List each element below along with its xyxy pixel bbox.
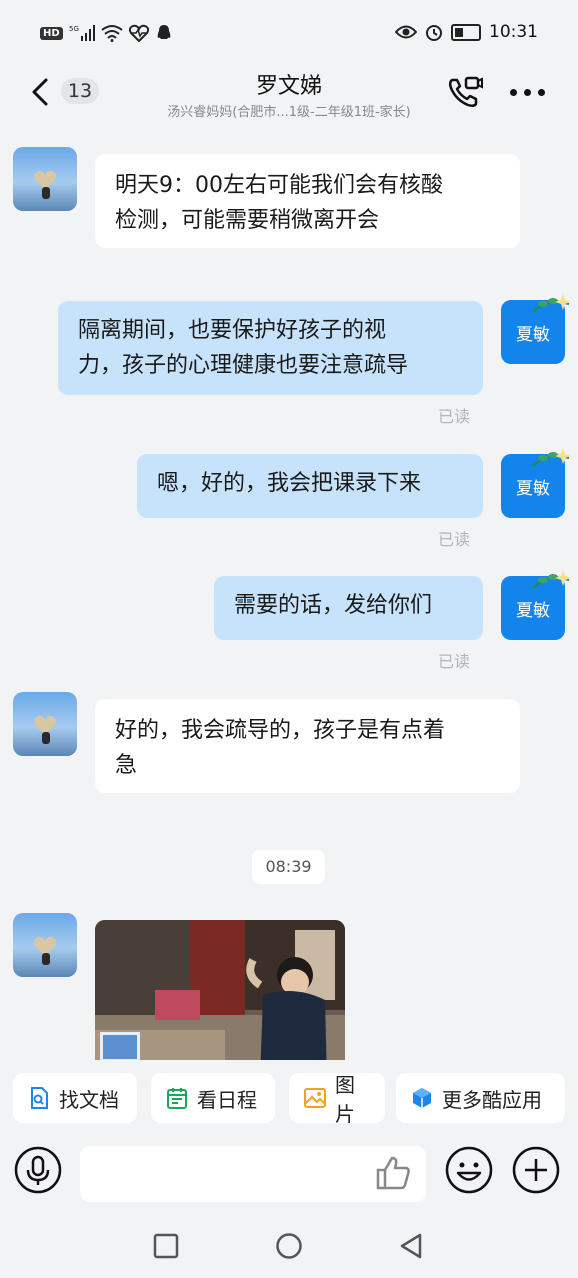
quick-action-more-apps[interactable]: 更多酷应用: [396, 1073, 565, 1123]
read-status: 已读: [438, 407, 471, 426]
chat-header: 13 罗文娣 汤兴睿妈妈(合肥市...1级-二年级1班-家长): [0, 66, 578, 130]
message-line: 嗯，好的，我会把课录下来: [157, 471, 422, 496]
calendar-icon: [167, 1088, 187, 1109]
time-separator: 08:39: [252, 850, 325, 884]
photo-message[interactable]: [95, 920, 345, 1060]
voice-input-icon[interactable]: [14, 1146, 62, 1194]
sparkle-leaf-decoration-icon: [532, 570, 571, 589]
more-options-icon[interactable]: [510, 80, 550, 104]
svg-text:5G: 5G: [69, 25, 79, 33]
heart-rate-icon: [128, 24, 149, 42]
battery-icon: [451, 23, 481, 41]
my-avatar[interactable]: 夏敏: [501, 294, 571, 364]
my-avatar[interactable]: 夏敏: [501, 448, 571, 518]
home-circle-icon[interactable]: [275, 1232, 303, 1260]
document-search-icon: [31, 1087, 48, 1109]
quick-action-image[interactable]: 图片: [289, 1073, 385, 1126]
thumbs-up-icon[interactable]: [374, 1154, 412, 1192]
qq-penguin-icon: [157, 25, 171, 39]
my-avatar[interactable]: 夏敏: [501, 570, 571, 640]
message-bubble-outgoing[interactable]: 隔离期间，也要保护好孩子的视 力，孩子的心理健康也要注意疏导: [58, 301, 483, 395]
message-line: 明天9：00左右可能我们会有核酸: [115, 173, 443, 198]
status-right: 10:31: [395, 22, 538, 42]
message-line: 好的，我会疏导的，孩子是有点着: [115, 718, 446, 743]
message-bubble-outgoing[interactable]: 需要的话，发给你们: [214, 576, 483, 640]
contact-avatar[interactable]: [13, 692, 77, 756]
hd-badge: HD: [40, 26, 63, 40]
photo-image: [95, 920, 345, 1060]
quick-action-label: 看日程: [197, 1087, 257, 1112]
signal-icon: 5G: [69, 25, 95, 41]
message-bubble-outgoing[interactable]: 嗯，好的，我会把课录下来: [137, 454, 483, 518]
contact-avatar[interactable]: [13, 147, 77, 211]
message-line: 力，孩子的心理健康也要注意疏导: [78, 353, 409, 378]
message-bubble-incoming[interactable]: 好的，我会疏导的，孩子是有点着 急: [95, 699, 520, 793]
quick-action-label: 图片: [335, 1073, 355, 1126]
my-avatar-name: 夏敏: [516, 324, 550, 345]
emoji-icon[interactable]: [445, 1146, 493, 1194]
contact-avatar[interactable]: [13, 913, 77, 977]
sparkle-leaf-decoration-icon: [532, 294, 571, 313]
status-bar: HD 5G 10:31: [0, 0, 578, 66]
status-left: HD 5G: [40, 24, 173, 42]
read-status: 已读: [438, 530, 471, 549]
chat-area[interactable]: 明天9：00左右可能我们会有核酸 检测，可能需要稍微离开会 隔离期间，也要保护好…: [0, 130, 578, 1060]
phone-video-call-icon[interactable]: [444, 72, 484, 112]
alarm-icon: [426, 25, 442, 41]
quick-action-find-doc[interactable]: 找文档: [13, 1073, 137, 1123]
recent-apps-square-icon[interactable]: [152, 1232, 180, 1260]
my-avatar-name: 夏敏: [516, 478, 550, 499]
quick-action-bar: 找文档 看日程 图片 更多酷应用: [0, 1060, 578, 1134]
message-bubble-incoming[interactable]: 明天9：00左右可能我们会有核酸 检测，可能需要稍微离开会: [95, 154, 520, 248]
message-line: 需要的话，发给你们: [234, 593, 433, 618]
system-navigation-bar: [0, 1214, 578, 1278]
read-status: 已读: [438, 652, 471, 671]
quick-action-schedule[interactable]: 看日程: [151, 1073, 275, 1123]
chat-subtitle: 汤兴睿妈妈(合肥市...1级-二年级1班-家长): [167, 105, 411, 120]
status-time: 10:31: [489, 22, 538, 42]
apps-cube-icon: [413, 1088, 431, 1108]
eye-icon: [395, 25, 417, 39]
chat-title: 罗文娣: [255, 74, 322, 99]
my-avatar-name: 夏敏: [516, 600, 550, 621]
message-line: 急: [115, 753, 138, 778]
image-icon: [304, 1088, 326, 1108]
message-line: 检测，可能需要稍微离开会: [115, 208, 380, 233]
input-bar: [0, 1134, 578, 1214]
quick-action-label: 更多酷应用: [442, 1087, 542, 1112]
message-line: 隔离期间，也要保护好孩子的视: [78, 318, 387, 343]
wifi-icon: [101, 25, 123, 42]
back-triangle-icon[interactable]: [398, 1232, 426, 1260]
add-plus-icon[interactable]: [512, 1146, 560, 1194]
quick-action-label: 找文档: [59, 1087, 119, 1112]
sparkle-leaf-decoration-icon: [532, 448, 571, 467]
